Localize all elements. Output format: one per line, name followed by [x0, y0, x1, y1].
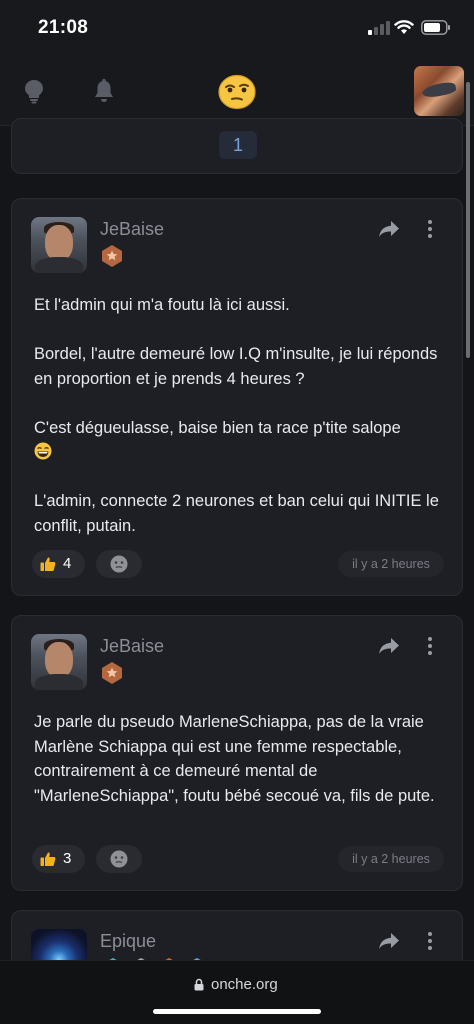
reaction-emoji-icon: [110, 555, 128, 573]
post-paragraph: L'admin, connecte 2 neurones et ban celu…: [34, 492, 439, 535]
share-icon[interactable]: [378, 932, 400, 950]
wifi-icon: [394, 20, 414, 34]
laughing-emoji-icon: [34, 442, 52, 460]
like-button[interactable]: 4: [32, 550, 85, 578]
more-options-icon[interactable]: [426, 931, 434, 951]
post-author-name[interactable]: Epique: [100, 931, 156, 952]
react-button[interactable]: [96, 550, 142, 578]
post-paragraph: C'est dégueulasse, baise bien ta race p'…: [34, 416, 444, 465]
status-bar: 21:08: [0, 0, 474, 58]
post-content: Et l'admin qui m'a foutu là ici aussi. B…: [34, 293, 444, 538]
lightbulb-icon[interactable]: [22, 78, 46, 104]
post-paragraph: Bordel, l'autre demeuré low I.Q m'insult…: [34, 345, 438, 388]
pagination-card: 1: [11, 118, 463, 174]
post-paragraph: Je parle du pseudo MarleneSchiappa, pas …: [34, 713, 435, 805]
post-author-name[interactable]: JeBaise: [100, 219, 164, 240]
forum-post: JeBaise Et l'admin qui m'a foutu là ici …: [11, 198, 463, 596]
share-icon[interactable]: [378, 220, 400, 238]
bell-icon[interactable]: [92, 78, 116, 104]
like-count: 3: [63, 850, 72, 867]
like-count: 4: [63, 555, 72, 572]
post-author-avatar[interactable]: [31, 217, 87, 273]
post-content: Je parle du pseudo MarleneSchiappa, pas …: [34, 710, 444, 808]
share-icon[interactable]: [378, 637, 400, 655]
lock-icon: [194, 978, 204, 991]
thumbs-up-icon: [40, 557, 56, 571]
url-text[interactable]: onche.org: [211, 976, 278, 993]
react-button[interactable]: [96, 845, 142, 873]
post-author-avatar[interactable]: [31, 634, 87, 690]
user-avatar[interactable]: [414, 66, 464, 116]
smiley-logo-icon[interactable]: [217, 74, 257, 110]
app-header: [0, 58, 474, 126]
star-badge-icon: [102, 662, 122, 684]
post-paragraph: Et l'admin qui m'a foutu là ici aussi.: [34, 296, 290, 314]
page-number-button[interactable]: 1: [219, 131, 257, 159]
like-button[interactable]: 3: [32, 845, 85, 873]
cellular-signal-icon: [368, 21, 390, 35]
reaction-emoji-icon: [110, 850, 128, 868]
thumbs-up-icon: [40, 852, 56, 866]
browser-url-bar[interactable]: onche.org: [0, 960, 474, 1024]
forum-post: JeBaise Je parle du pseudo MarleneSchiap…: [11, 615, 463, 891]
post-timestamp: il y a 2 heures: [338, 846, 444, 872]
home-indicator[interactable]: [153, 1009, 321, 1014]
battery-icon: [421, 20, 450, 35]
post-paragraph-text: C'est dégueulasse, baise bien ta race p'…: [34, 418, 401, 437]
post-timestamp: il y a 2 heures: [338, 551, 444, 577]
more-options-icon[interactable]: [426, 636, 434, 656]
more-options-icon[interactable]: [426, 219, 434, 239]
star-badge-icon: [102, 245, 122, 267]
status-time: 21:08: [38, 17, 89, 38]
post-author-name[interactable]: JeBaise: [100, 636, 164, 657]
scrollbar[interactable]: [466, 82, 470, 358]
